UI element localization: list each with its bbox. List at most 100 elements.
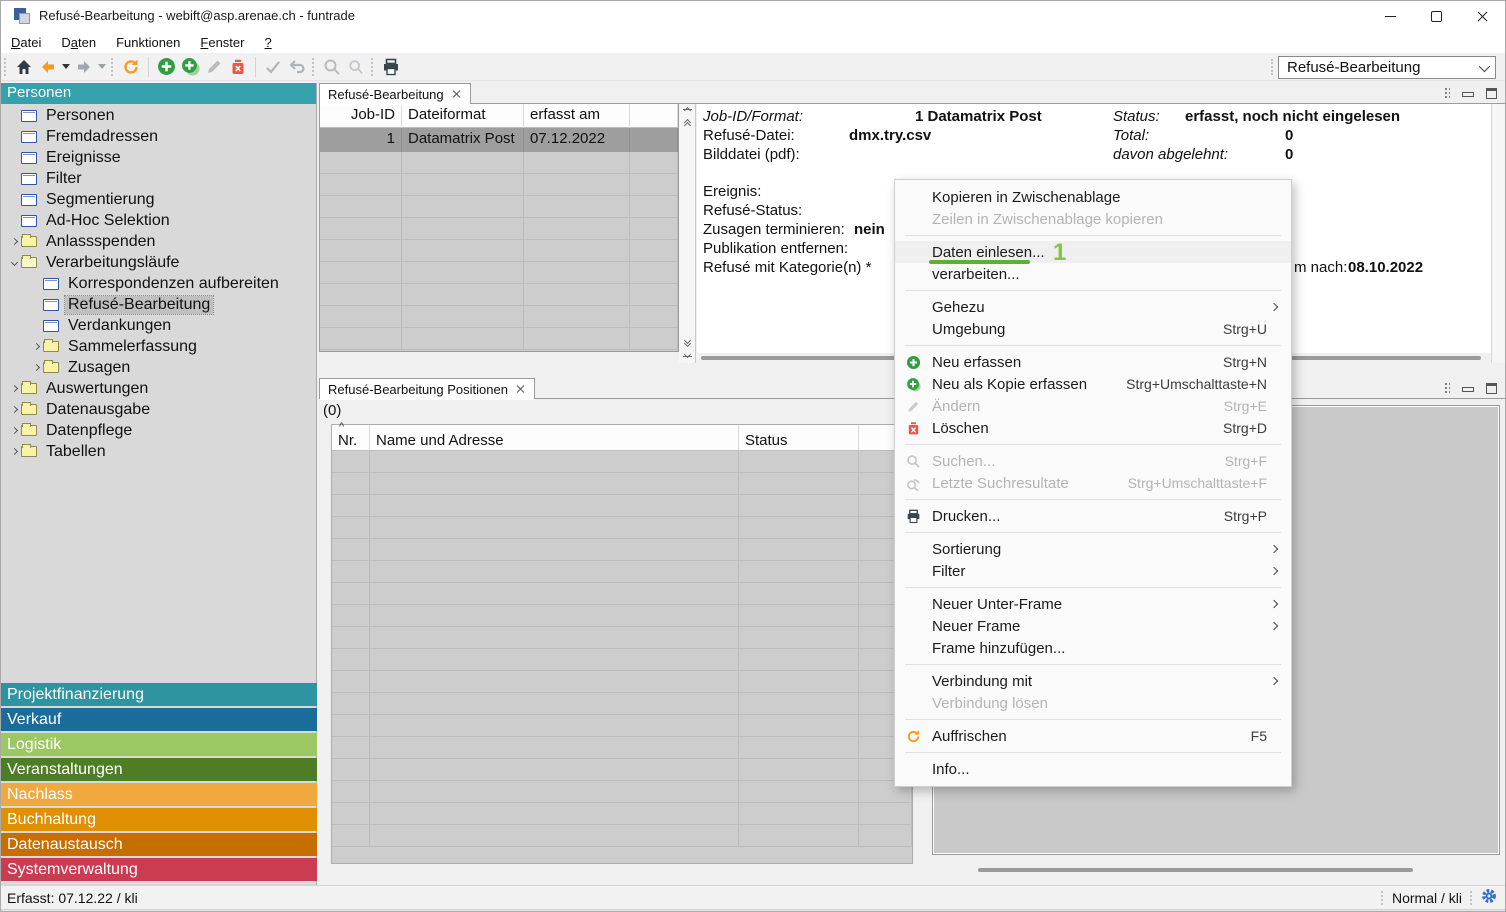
- module-button-buchhaltung[interactable]: Buchhaltung: [1, 808, 317, 831]
- menubar-item-daten[interactable]: Daten: [51, 33, 106, 52]
- module-button-datenaustausch[interactable]: Datenaustausch: [1, 833, 317, 856]
- minimize-button[interactable]: [1367, 1, 1413, 31]
- menu-item-drucken[interactable]: Drucken...Strg+P: [895, 505, 1291, 527]
- menu-item-shortcut: Strg+N: [1223, 354, 1281, 370]
- maximize-button[interactable]: [1413, 1, 1459, 31]
- chevron-right-icon[interactable]: [7, 449, 21, 454]
- module-button-projektfinanzierung[interactable]: Projektfinanzierung: [1, 683, 317, 706]
- chevron-right-icon[interactable]: [29, 365, 43, 370]
- sidebar-item-anlassspenden[interactable]: Anlassspenden: [1, 231, 316, 252]
- forward-dropdown-icon[interactable]: [96, 55, 108, 79]
- panel-grip-icon[interactable]: [1444, 382, 1450, 395]
- column-header-nr[interactable]: ^ Nr.: [332, 425, 370, 451]
- module-selector-combobox[interactable]: Refusé-Bearbeitung: [1278, 56, 1496, 79]
- column-header-dateiformat[interactable]: Dateiformat: [402, 104, 524, 128]
- menu-item-daten-einlesen[interactable]: Daten einlesen...1: [895, 241, 1291, 263]
- back-dropdown-icon[interactable]: [60, 55, 72, 79]
- menu-item-umgebung[interactable]: UmgebungStrg+U: [895, 318, 1291, 340]
- tab-close-icon[interactable]: [516, 384, 526, 394]
- column-header-erfasst-am[interactable]: erfasst am: [524, 104, 630, 128]
- chevron-right-icon[interactable]: [29, 344, 43, 349]
- delete-icon[interactable]: [226, 55, 250, 79]
- settings-gear-icon[interactable]: [1481, 888, 1497, 907]
- module-button-systemverwaltung[interactable]: Systemverwaltung: [1, 858, 317, 881]
- module-button-veranstaltungen[interactable]: Veranstaltungen: [1, 758, 317, 781]
- menu-item-verarbeiten[interactable]: verarbeiten...: [895, 263, 1291, 285]
- pencil-icon: [895, 399, 932, 414]
- new-copy-icon[interactable]: [178, 55, 202, 79]
- forward-icon[interactable]: [72, 55, 96, 79]
- sidebar-item-korrespondenzen-aufbereiten[interactable]: Korrespondenzen aufbereiten: [1, 273, 316, 294]
- refresh-icon[interactable]: [119, 55, 143, 79]
- panel-maximize-icon[interactable]: [1486, 383, 1497, 394]
- search-icon[interactable]: [320, 55, 344, 79]
- column-header-name[interactable]: Name und Adresse: [370, 425, 739, 451]
- print-icon[interactable]: [379, 55, 403, 79]
- edit-icon[interactable]: [202, 55, 226, 79]
- home-icon[interactable]: [12, 55, 36, 79]
- menubar-item-help[interactable]: ?: [254, 33, 281, 52]
- sidebar-item-sammelerfassung[interactable]: Sammelerfassung: [1, 336, 316, 357]
- column-header-job-id[interactable]: Job-ID: [320, 104, 402, 128]
- menu-item-auffrischen[interactable]: AuffrischenF5: [895, 725, 1291, 747]
- sidebar-item-auswertungen[interactable]: Auswertungen: [1, 378, 316, 399]
- panel-maximize-icon[interactable]: [1486, 88, 1497, 99]
- submenu-arrow-icon: [1270, 545, 1278, 553]
- tab-refuse-bearbeitung[interactable]: Refusé-Bearbeitung: [319, 83, 471, 104]
- sidebar-item-fremdadressen[interactable]: Fremdadressen: [1, 126, 316, 147]
- search-secondary-icon[interactable]: [344, 55, 368, 79]
- menu-item-frame-hinzufügen[interactable]: Frame hinzufügen...: [895, 637, 1291, 659]
- menu-item-info[interactable]: Info...: [895, 758, 1291, 780]
- menu-item-filter[interactable]: Filter: [895, 560, 1291, 582]
- sidebar-item-segmentierung[interactable]: Segmentierung: [1, 189, 316, 210]
- menu-item-verbindung-mit[interactable]: Verbindung mit: [895, 670, 1291, 692]
- chevron-right-icon[interactable]: [7, 428, 21, 433]
- menu-item-kopieren-in-zwischenablage[interactable]: Kopieren in Zwischenablage: [895, 186, 1291, 208]
- module-button-verkauf[interactable]: Verkauf: [1, 708, 317, 731]
- tab-positionen[interactable]: Refusé-Bearbeitung Positionen: [319, 378, 535, 399]
- column-header-status[interactable]: Status: [739, 425, 859, 451]
- sidebar-item-refusé-bearbeitung[interactable]: Refusé-Bearbeitung: [1, 294, 316, 315]
- menubar-item-fenster[interactable]: Fenster: [190, 33, 254, 52]
- chevron-right-icon[interactable]: [7, 239, 21, 244]
- sidebar-item-zusagen[interactable]: Zusagen: [1, 357, 316, 378]
- menu-item-gehezu[interactable]: Gehezu: [895, 296, 1291, 318]
- new-icon[interactable]: [154, 55, 178, 79]
- menu-item-neuer-frame[interactable]: Neuer Frame: [895, 615, 1291, 637]
- sidebar-item-ereignisse[interactable]: Ereignisse: [1, 147, 316, 168]
- sidebar-item-verarbeitungsläufe[interactable]: Verarbeitungsläufe: [1, 252, 316, 273]
- menu-item-sortierung[interactable]: Sortierung: [895, 538, 1291, 560]
- menu-item-neuer-unter-frame[interactable]: Neuer Unter-Frame: [895, 593, 1291, 615]
- close-button[interactable]: [1459, 1, 1505, 31]
- jobs-table-row-selected[interactable]: 1 Datamatrix Post 07.12.2022: [320, 128, 678, 152]
- chevron-right-icon[interactable]: [7, 386, 21, 391]
- menu-item-neu-als-kopie-erfassen[interactable]: Neu als Kopie erfassenStrg+Umschalttaste…: [895, 373, 1291, 395]
- app-icon: [14, 8, 30, 24]
- menubar-item-datei[interactable]: Datei: [1, 33, 51, 52]
- panel-grip-icon[interactable]: [1444, 87, 1450, 100]
- panel-minimize-icon[interactable]: [1462, 387, 1474, 392]
- module-button-logistik[interactable]: Logistik: [1, 733, 317, 756]
- detail-scrollbar[interactable]: [1491, 104, 1506, 363]
- chevron-right-icon[interactable]: [7, 407, 21, 412]
- back-icon[interactable]: [36, 55, 60, 79]
- secondary-panel-scrollbar[interactable]: [933, 865, 1499, 875]
- sidebar-item-datenpflege[interactable]: Datenpflege: [1, 420, 316, 441]
- menu-item-neu-erfassen[interactable]: Neu erfassenStrg+N: [895, 351, 1291, 373]
- undo-icon[interactable]: [285, 55, 309, 79]
- chevron-down-icon[interactable]: [7, 260, 21, 265]
- sidebar-item-filter[interactable]: Filter: [1, 168, 316, 189]
- panel-minimize-icon[interactable]: [1462, 92, 1474, 97]
- sidebar-item-verdankungen[interactable]: Verdankungen: [1, 315, 316, 336]
- tab-close-icon[interactable]: [452, 89, 462, 99]
- sidebar-item-datenausgabe[interactable]: Datenausgabe: [1, 399, 316, 420]
- positions-table-header: ^ Nr. Name und Adresse Status: [332, 425, 912, 451]
- module-button-nachlass[interactable]: Nachlass: [1, 783, 317, 806]
- confirm-icon[interactable]: [261, 55, 285, 79]
- menu-item-löschen[interactable]: LöschenStrg+D: [895, 417, 1291, 439]
- sidebar-item-personen[interactable]: Personen: [1, 105, 316, 126]
- menubar-item-funktionen[interactable]: Funktionen: [106, 33, 190, 52]
- sidebar-item-tabellen[interactable]: Tabellen: [1, 441, 316, 462]
- sidebar-item-ad-hoc-selektion[interactable]: Ad-Hoc Selektion: [1, 210, 316, 231]
- jobs-table-scrollbar[interactable]: [679, 104, 696, 363]
